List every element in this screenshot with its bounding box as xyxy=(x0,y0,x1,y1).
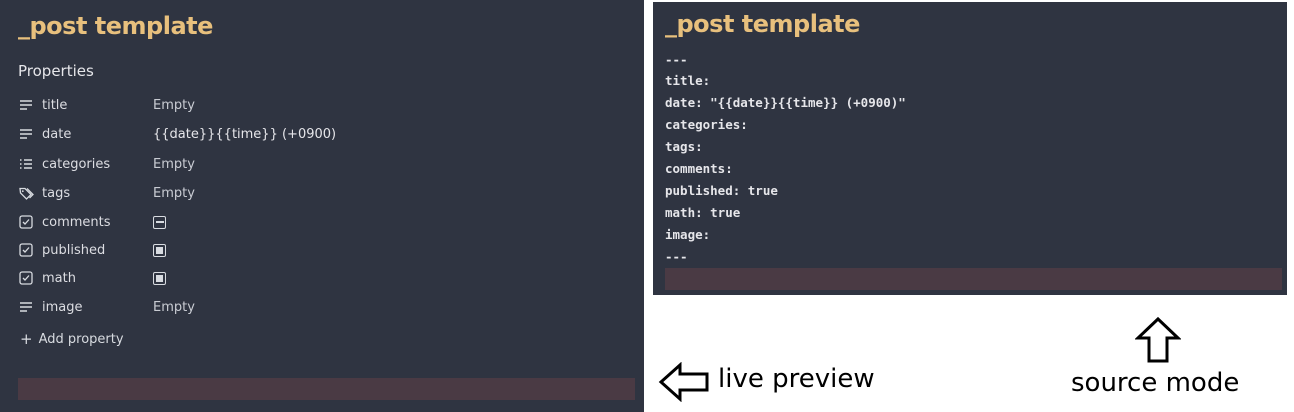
source-line[interactable]: comments: xyxy=(665,161,733,176)
note-title[interactable]: _post template xyxy=(665,10,860,38)
add-property-button[interactable]: + Add property xyxy=(20,330,124,348)
source-line[interactable]: categories: xyxy=(665,117,748,132)
add-property-label: Add property xyxy=(38,331,124,347)
source-line[interactable]: published: true xyxy=(665,183,778,198)
property-key[interactable]: math xyxy=(42,271,153,286)
arrow-left-icon xyxy=(658,361,710,406)
tags-icon xyxy=(18,185,34,201)
math-checkbox-checked[interactable] xyxy=(153,271,166,285)
property-key[interactable]: date xyxy=(42,127,153,142)
arrow-up-icon xyxy=(1134,316,1182,368)
plus-icon: + xyxy=(20,330,33,348)
source-line[interactable]: tags: xyxy=(665,139,703,154)
text-lines-icon xyxy=(18,97,34,113)
live-preview-pane: _post template Properties title Empty da… xyxy=(0,0,644,412)
text-lines-icon xyxy=(18,299,34,315)
property-value[interactable]: Empty xyxy=(153,186,195,201)
property-key[interactable]: title xyxy=(42,98,153,113)
source-mode-pane: _post template --- title: date: "{{date}… xyxy=(653,2,1287,295)
comments-checkbox-indeterminate[interactable] xyxy=(153,215,166,229)
source-line[interactable]: image: xyxy=(665,227,710,242)
source-line[interactable]: --- xyxy=(665,52,688,67)
source-mode-caption: source mode xyxy=(1071,368,1240,398)
property-value[interactable]: Empty xyxy=(153,157,195,172)
source-line[interactable]: --- xyxy=(665,249,688,264)
live-preview-caption: live preview xyxy=(718,364,875,394)
checkbox-icon xyxy=(18,242,34,258)
property-key[interactable]: comments xyxy=(42,215,153,230)
property-key[interactable]: image xyxy=(42,300,153,315)
list-icon xyxy=(18,156,34,172)
property-row-published[interactable]: published xyxy=(18,239,618,261)
property-value[interactable]: Empty xyxy=(153,300,195,315)
checkbox-icon xyxy=(18,270,34,286)
checkbox-icon xyxy=(18,214,34,230)
note-title[interactable]: _post template xyxy=(18,12,213,40)
property-row-math[interactable]: math xyxy=(18,267,618,289)
property-value[interactable]: Empty xyxy=(153,98,195,113)
source-line[interactable]: math: true xyxy=(665,205,740,220)
cursor-line-highlight[interactable] xyxy=(665,268,1282,290)
property-row-categories[interactable]: categories Empty xyxy=(18,153,618,175)
property-row-title[interactable]: title Empty xyxy=(18,94,618,116)
source-line[interactable]: title: xyxy=(665,73,710,88)
properties-heading: Properties xyxy=(18,62,94,80)
published-checkbox-checked[interactable] xyxy=(153,243,166,257)
property-key[interactable]: categories xyxy=(42,157,153,172)
property-key[interactable]: tags xyxy=(42,186,153,201)
source-line[interactable]: date: "{{date}}{{time}} (+0900)" xyxy=(665,95,906,110)
property-key[interactable]: published xyxy=(42,243,153,258)
property-row-comments[interactable]: comments xyxy=(18,211,618,233)
cursor-line-highlight[interactable] xyxy=(18,378,635,400)
property-row-image[interactable]: image Empty xyxy=(18,296,618,318)
property-row-date[interactable]: date {{date}}{{time}} (+0900) xyxy=(18,123,618,145)
text-lines-icon xyxy=(18,126,34,142)
property-value[interactable]: {{date}}{{time}} (+0900) xyxy=(153,127,336,142)
property-row-tags[interactable]: tags Empty xyxy=(18,182,618,204)
